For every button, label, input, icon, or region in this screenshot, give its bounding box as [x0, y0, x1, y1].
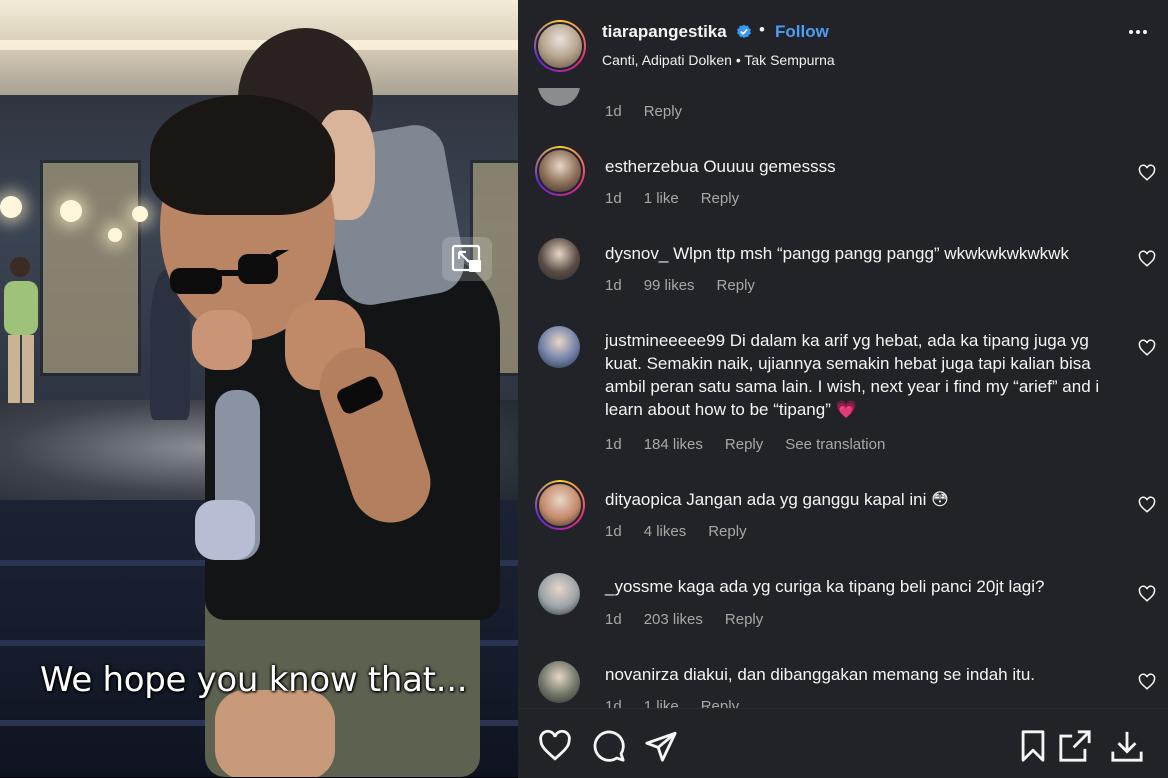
external-link-icon[interactable]: [1058, 729, 1092, 763]
video-background-lamp: [108, 228, 122, 242]
comments-panel: tiarapangestika • Follow Canti, Adipati …: [518, 0, 1168, 778]
comment-time: 1d: [605, 698, 622, 708]
video-child-hand: [192, 310, 252, 370]
comment-body: Jangan ada yg ganggu kapal ini 😳: [686, 490, 949, 509]
comment-avatar[interactable]: [537, 148, 583, 194]
comment-time: 1d: [605, 103, 622, 120]
comment-meta: 1d 1 like Reply: [605, 190, 761, 207]
post-action-bar: [518, 708, 1168, 778]
heart-icon[interactable]: [538, 729, 572, 763]
video-background-window: [40, 160, 141, 376]
video-background-lamp: [0, 196, 22, 218]
comment-avatar-ring[interactable]: [535, 146, 585, 196]
download-icon[interactable]: [1110, 729, 1144, 763]
comment-likes[interactable]: 184 likes: [644, 436, 703, 453]
share-icon[interactable]: [644, 729, 678, 763]
comment-text: _yossme kaga ada yg curiga ka tipang bel…: [605, 575, 1115, 598]
comment-username[interactable]: dysnov_: [605, 244, 668, 263]
author-username[interactable]: tiarapangestika: [602, 22, 727, 42]
author-avatar[interactable]: [536, 22, 584, 70]
see-translation-button[interactable]: See translation: [785, 436, 885, 453]
comment-text: dityaopica Jangan ada yg ganggu kapal in…: [605, 488, 1115, 511]
reply-button[interactable]: Reply: [701, 698, 739, 708]
comment-time: 1d: [605, 611, 622, 628]
like-heart-icon[interactable]: [1138, 164, 1156, 182]
video-person-hair: [150, 95, 335, 215]
reply-button[interactable]: Reply: [725, 436, 763, 453]
comment-time: 1d: [605, 523, 622, 540]
bookmark-icon[interactable]: [1016, 729, 1050, 763]
comment-meta: 1d 184 likes Reply See translation: [605, 436, 907, 453]
like-heart-icon[interactable]: [1138, 250, 1156, 268]
comment-meta: 1d 1 like Reply: [605, 698, 761, 708]
reply-button[interactable]: Reply: [701, 190, 739, 207]
comment-text: estherzebua Ouuuu gemessss: [605, 155, 1115, 178]
video-background-lamp: [132, 206, 148, 222]
comment-avatar[interactable]: [538, 88, 580, 106]
comment-meta: 1d Reply: [605, 103, 704, 120]
video-person-leg: [215, 690, 335, 777]
post-header: tiarapangestika • Follow Canti, Adipati …: [518, 0, 1168, 88]
picture-in-picture-icon[interactable]: [442, 237, 492, 281]
comment-avatar[interactable]: [537, 482, 583, 528]
comment-meta: 1d 203 likes Reply: [605, 611, 785, 628]
comment-likes[interactable]: 1 like: [644, 698, 679, 708]
comment-avatar[interactable]: [538, 238, 580, 280]
audio-track[interactable]: Canti, Adipati Dolken • Tak Sempurna: [602, 52, 835, 68]
reply-button[interactable]: Reply: [708, 523, 746, 540]
comment-avatar-ring[interactable]: [535, 480, 585, 530]
like-heart-icon[interactable]: [1138, 496, 1156, 514]
comment-body: diakui, dan dibanggakan memang se indah …: [683, 665, 1036, 684]
comment-text: novanirza diakui, dan dibanggakan memang…: [605, 663, 1115, 686]
comment-body: Ouuuu gemessss: [703, 157, 836, 176]
comment-list[interactable]: 1d Reply estherzebua Ouuuu gemessss 1d 1 l…: [518, 88, 1168, 708]
comment-avatar[interactable]: [538, 573, 580, 615]
comment-username[interactable]: justmineeeee99: [605, 331, 725, 350]
comment-time: 1d: [605, 277, 622, 294]
verified-badge-icon: [737, 24, 751, 39]
comment-likes[interactable]: 99 likes: [644, 277, 695, 294]
like-heart-icon[interactable]: [1138, 585, 1156, 603]
comment-avatar[interactable]: [538, 661, 580, 703]
video-player[interactable]: We hope you know that...: [0, 0, 518, 777]
comment-username[interactable]: dityaopica: [605, 490, 682, 509]
comment-meta: 1d 99 likes Reply: [605, 277, 777, 294]
comment-time: 1d: [605, 190, 622, 207]
comment-likes[interactable]: 4 likes: [644, 523, 687, 540]
comment-avatar[interactable]: [538, 326, 580, 368]
video-child-shoe: [195, 500, 255, 560]
reply-button[interactable]: Reply: [717, 277, 755, 294]
reply-button[interactable]: Reply: [644, 103, 682, 120]
comment-username[interactable]: _yossme: [605, 577, 673, 596]
comment-body: Wlpn ttp msh “pangg pangg pangg” wkwkwkw…: [673, 244, 1069, 263]
video-person-glasses: [170, 250, 297, 294]
comment-meta: 1d 4 likes Reply: [605, 523, 769, 540]
like-heart-icon[interactable]: [1138, 339, 1156, 357]
comment-icon[interactable]: [592, 729, 626, 763]
reply-button[interactable]: Reply: [725, 611, 763, 628]
video-caption: We hope you know that...: [40, 660, 468, 700]
comment-likes[interactable]: 1 like: [644, 190, 679, 207]
like-heart-icon[interactable]: [1138, 673, 1156, 691]
comment-time: 1d: [605, 436, 622, 453]
header-separator: •: [759, 20, 765, 39]
follow-button[interactable]: Follow: [775, 22, 829, 42]
video-background-passerby: [4, 257, 38, 403]
video-background-lamp: [60, 200, 82, 222]
comment-username[interactable]: novanirza: [605, 665, 679, 684]
comment-text: justmineeeee99 Di dalam ka arif yg hebat…: [605, 329, 1115, 421]
comment-username[interactable]: estherzebua: [605, 157, 699, 176]
more-options-icon[interactable]: [1124, 30, 1152, 44]
comment-text: dysnov_ Wlpn ttp msh “pangg pangg pangg”…: [605, 242, 1115, 265]
author-avatar-ring[interactable]: [534, 20, 586, 72]
comment-body: kaga ada yg curiga ka tipang beli panci …: [677, 577, 1045, 596]
comment-likes[interactable]: 203 likes: [644, 611, 703, 628]
